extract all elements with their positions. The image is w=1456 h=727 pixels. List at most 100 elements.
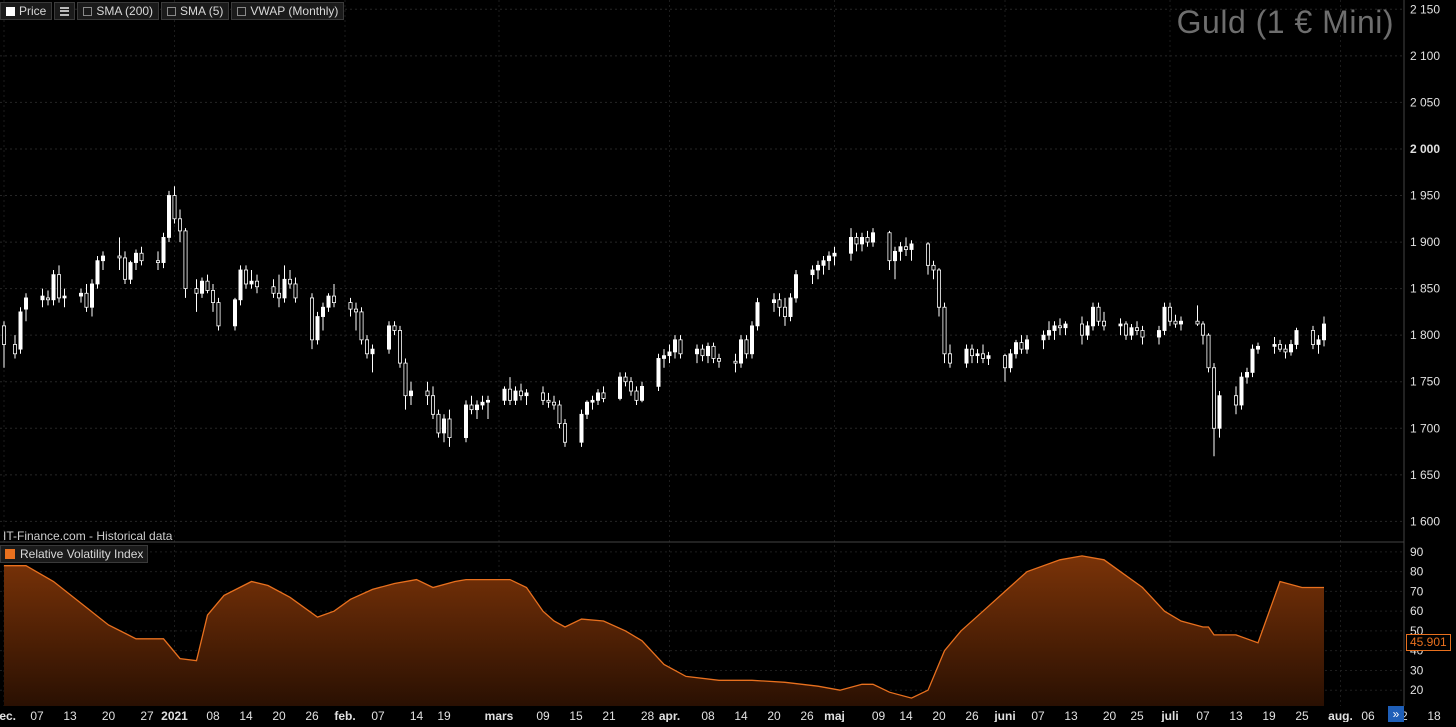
rvi-y-tick-label: 90	[1410, 545, 1424, 559]
candle-body	[117, 255, 122, 259]
candle-body	[194, 288, 199, 294]
x-tick-label: 20	[932, 709, 946, 722]
candle-body	[1162, 306, 1167, 331]
menu-icon	[60, 6, 70, 16]
price-y-tick-label: 1 900	[1410, 235, 1440, 249]
candle-body	[931, 264, 936, 271]
legend-vwap-toggle[interactable]: VWAP (Monthly)	[231, 2, 345, 20]
price-y-tick-label: 1 750	[1410, 375, 1440, 389]
price-candle	[1239, 372, 1244, 410]
x-tick-label: 07	[1031, 709, 1045, 722]
price-y-tick-label: 2 100	[1410, 49, 1440, 63]
candle-body	[673, 339, 678, 353]
legend-sma200-toggle[interactable]: SMA (200)	[77, 2, 160, 20]
candle-body	[1322, 323, 1327, 341]
candle-body	[315, 316, 320, 341]
candle-body	[123, 257, 128, 280]
candle-body	[623, 376, 628, 383]
indicator-legend-toggle[interactable]: Relative Volatility Index	[0, 545, 149, 563]
candle-body	[887, 232, 892, 262]
x-tick-label: feb.	[334, 709, 355, 722]
candle-body	[678, 339, 683, 355]
data-source-label: IT-Finance.com - Historical data	[3, 529, 173, 543]
price-candle	[18, 307, 23, 354]
scroll-forward-button[interactable]: »	[1388, 706, 1404, 722]
candle-body	[1173, 320, 1178, 325]
x-tick-label: 20	[1103, 709, 1117, 722]
candle-body	[1135, 327, 1140, 331]
candle-body	[183, 230, 188, 290]
price-candle	[750, 321, 755, 359]
candle-body	[232, 299, 237, 327]
chart-stage: 1 600 1 650 1 700 1 750 1 800 1 850 1 900 1 950…	[0, 0, 1456, 723]
candle-body	[1058, 325, 1063, 329]
candle-body	[667, 351, 672, 357]
candle-body	[430, 395, 435, 415]
x-tick-label: 26	[800, 709, 814, 722]
chart-svg: 1 600 1 650 1 700 1 750 1 800 1 850 1 900 1 950…	[0, 0, 1456, 723]
candle-body	[320, 306, 325, 317]
candle-body	[909, 243, 914, 250]
candle-body	[1041, 334, 1046, 341]
candle-body	[57, 274, 62, 299]
indicator-color-swatch	[5, 549, 15, 559]
x-tick-label: 14	[410, 709, 424, 722]
candle-body	[249, 280, 254, 285]
candle-body	[1118, 323, 1123, 327]
candle-body	[629, 381, 634, 392]
candle-body	[1080, 323, 1085, 336]
price-y-tick-label: 1 800	[1410, 328, 1440, 342]
candle-body	[155, 260, 160, 263]
candle-body	[1311, 330, 1316, 345]
x-tick-label: apr.	[659, 709, 680, 722]
candle-body	[353, 308, 358, 313]
rvi-y-tick-label: 20	[1410, 683, 1424, 697]
candle-body	[1157, 330, 1162, 338]
candle-body	[519, 390, 524, 397]
candle-body	[199, 280, 204, 294]
price-y-tick-label: 1 850	[1410, 282, 1440, 296]
price-y-tick-label: 1 650	[1410, 468, 1440, 482]
candle-body	[90, 283, 95, 308]
candle-body	[893, 250, 898, 262]
legend-sma5-toggle[interactable]: SMA (5)	[161, 2, 230, 20]
candle-body	[474, 404, 479, 411]
candle-body	[695, 348, 700, 355]
candle-body	[975, 353, 980, 357]
candle-body	[1085, 325, 1090, 336]
candle-body	[128, 262, 133, 280]
candle-body	[1052, 325, 1057, 331]
candle-body	[827, 255, 832, 262]
candle-body	[865, 237, 870, 243]
candle-body	[585, 401, 590, 415]
price-candle	[794, 270, 799, 303]
candle-body	[62, 295, 67, 299]
candle-body	[331, 295, 336, 303]
price-candle	[51, 270, 56, 306]
candle-body	[18, 311, 23, 350]
candle-body	[755, 302, 760, 327]
candle-body	[84, 292, 89, 308]
legend-menu-button[interactable]	[54, 2, 76, 20]
candle-body	[849, 237, 854, 254]
x-tick-label: juni	[993, 709, 1015, 722]
price-candle	[232, 297, 237, 331]
x-tick-label: 15	[569, 709, 583, 722]
x-tick-label: 13	[1229, 709, 1243, 722]
candle-body	[287, 278, 292, 285]
candle-body	[1195, 320, 1200, 325]
x-tick-label: 08	[701, 709, 715, 722]
candle-body	[821, 260, 826, 266]
candle-body	[463, 404, 468, 438]
candle-body	[1102, 320, 1107, 327]
candle-body	[524, 392, 529, 397]
candle-body	[1250, 348, 1255, 373]
candle-body	[513, 390, 518, 401]
candle-body	[904, 246, 909, 250]
price-y-tick-label: 2 000	[1410, 142, 1440, 156]
candle-body	[1206, 334, 1211, 369]
x-tick-label: 19	[1262, 709, 1276, 722]
price-candle	[739, 335, 744, 368]
legend-price-toggle[interactable]: Price	[0, 2, 53, 20]
candle-body	[981, 353, 986, 359]
